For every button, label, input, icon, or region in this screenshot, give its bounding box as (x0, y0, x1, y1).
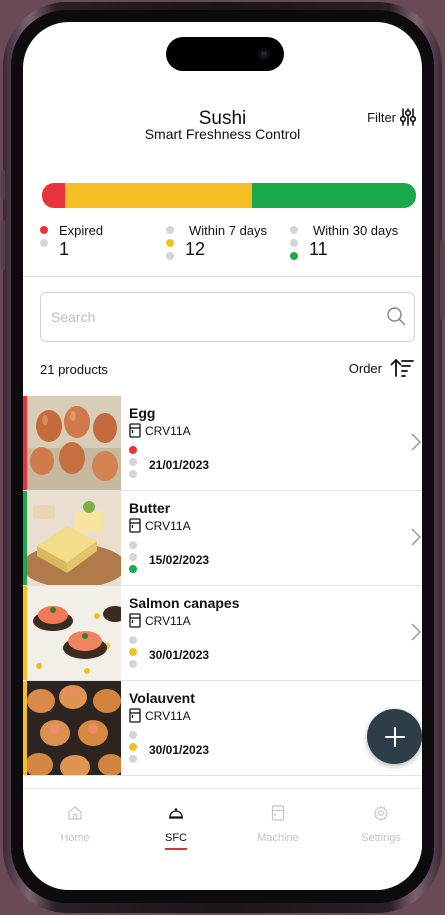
product-image-salmon-canapes (27, 586, 121, 680)
status-dots (129, 731, 137, 767)
product-name: Egg (129, 405, 156, 421)
food-cover-icon (169, 808, 183, 819)
active-tab-indicator (165, 848, 187, 850)
stat-count: 12 (185, 239, 206, 259)
page-subtitle: Smart Freshness Control (144, 126, 301, 142)
stat-count: 1 (59, 239, 70, 259)
add-product-button[interactable] (367, 709, 422, 764)
product-row[interactable]: Butter CRV11A 15/02/2023 (23, 491, 422, 586)
chevron-right-icon[interactable] (410, 432, 422, 452)
freshness-bar (42, 183, 416, 208)
volume-button (1, 220, 5, 270)
order-button[interactable]: Order (349, 358, 414, 378)
product-row[interactable]: Salmon canapes CRV11A 30/01/2023 (23, 586, 422, 681)
filter-button[interactable]: Filter (367, 108, 416, 126)
status-dot (290, 252, 298, 260)
product-machine: CRV11A (129, 518, 191, 533)
product-list: Egg CRV11A 21/01/2023 Butter CRV11A 15/0… (23, 396, 422, 776)
volume-button (1, 170, 5, 200)
machine-code: CRV11A (145, 423, 191, 438)
tab-label: Settings (361, 832, 401, 844)
search-icon[interactable] (386, 306, 406, 326)
status-dot (290, 239, 298, 247)
status-dot (166, 226, 174, 234)
product-date: 21/01/2023 (149, 458, 210, 472)
search-box[interactable] (40, 292, 415, 342)
chevron-right-icon[interactable] (410, 527, 422, 547)
machine-code: CRV11A (145, 613, 191, 628)
product-machine: CRV11A (129, 708, 191, 723)
status-dots (129, 636, 137, 672)
machine-code: CRV11A (145, 518, 191, 533)
search-input[interactable] (41, 309, 361, 325)
product-date: 30/01/2023 (149, 648, 210, 662)
status-dot (166, 252, 174, 260)
product-machine: CRV11A (129, 423, 191, 438)
fridge-icon (129, 708, 141, 723)
gear-icon (373, 805, 389, 822)
freshness-bar-within-7 (65, 183, 253, 208)
tab-label: Machine (257, 832, 299, 844)
product-image-egg (27, 396, 121, 490)
tab-machine[interactable]: Machine (233, 805, 323, 844)
machine-code: CRV11A (145, 708, 191, 723)
tab-label: Home (60, 832, 90, 844)
camera-icon (258, 48, 270, 60)
home-icon (68, 806, 82, 820)
product-name: Salmon canapes (129, 595, 240, 611)
product-name: Butter (129, 500, 171, 516)
sort-icon (390, 359, 414, 377)
plus-icon (384, 726, 405, 747)
divider (23, 276, 422, 277)
stat-label: Expired (59, 223, 104, 238)
order-label: Order (348, 360, 382, 376)
stat-count: 11 (309, 239, 328, 259)
tab-home[interactable]: Home (30, 805, 120, 844)
machine-icon (271, 805, 285, 821)
tab-settings[interactable]: Settings (336, 805, 422, 844)
product-date: 15/02/2023 (149, 553, 210, 567)
stat-label: Within 30 days (313, 223, 399, 238)
status-dot (40, 239, 48, 247)
bottom-tab-bar: Home SFC Machine Settings (23, 788, 422, 890)
filter-label: Filter (367, 109, 396, 125)
chevron-right-icon[interactable] (410, 622, 422, 642)
status-dot (166, 239, 174, 247)
power-button (440, 240, 444, 320)
tab-label: SFC (165, 832, 187, 844)
fridge-icon (129, 518, 141, 533)
tab-sfc[interactable]: SFC (131, 805, 221, 850)
product-name: Volauvent (129, 690, 195, 706)
status-dot (290, 226, 298, 234)
product-row[interactable]: Egg CRV11A 21/01/2023 (23, 396, 422, 491)
product-row[interactable]: Volauvent CRV11A 30/01/2023 (23, 681, 422, 776)
status-dot (40, 226, 48, 234)
status-dots (129, 446, 137, 482)
filter-sliders-icon (400, 108, 416, 126)
dynamic-island (166, 37, 284, 71)
product-image-volauvent (27, 681, 121, 775)
freshness-bar-expired (42, 183, 66, 208)
app-screen: Sushi Smart Freshness Control Filter Exp… (23, 22, 422, 890)
product-date: 30/01/2023 (149, 743, 210, 757)
product-image-butter (27, 491, 121, 585)
freshness-bar-within-30 (252, 183, 416, 208)
fridge-icon (129, 613, 141, 628)
fridge-icon (129, 423, 141, 438)
status-dots (129, 541, 137, 577)
product-count: 21 products (40, 362, 108, 377)
stat-label: Within 7 days (189, 223, 268, 238)
product-machine: CRV11A (129, 613, 191, 628)
